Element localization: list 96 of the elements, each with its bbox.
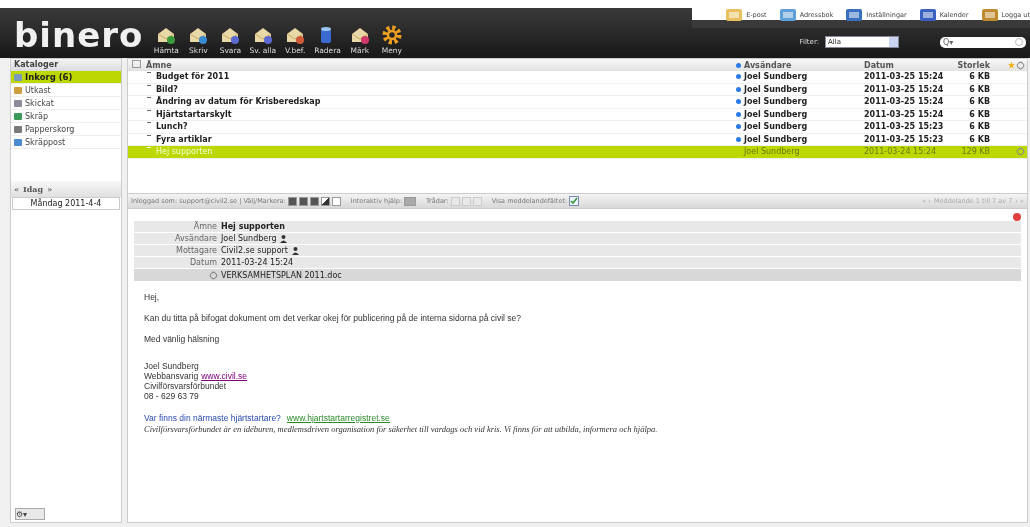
table-cell: Joel Sundberg (744, 72, 808, 82)
unread-dot (736, 86, 741, 92)
nav-icon (778, 7, 797, 23)
table-cell-text: 2011-03-25 15:24 (864, 72, 945, 82)
nav-icon (845, 7, 864, 23)
threads-icon (132, 60, 141, 68)
envelope-icon (188, 25, 209, 45)
help-icon[interactable] (404, 196, 417, 206)
table-cell-text: 6 KB (968, 72, 990, 82)
table-cell-text: 6 KB (968, 109, 990, 119)
search-field[interactable]: Q▾ (940, 36, 1026, 48)
greeting: Hej, (144, 292, 161, 302)
nav-icon (918, 7, 937, 23)
settings-button[interactable]: ⚙▾ (15, 508, 45, 520)
unread-dot (736, 74, 741, 80)
envelope-icon (349, 25, 370, 45)
envelope-icon (156, 25, 177, 45)
promo-link[interactable]: www.hjartstartarregistret.se (286, 413, 390, 423)
signature-line: Civilförsvarsförbundet (144, 381, 227, 391)
table-cell-text: 6 KB (968, 97, 990, 107)
show-pane-checkbox[interactable] (569, 196, 580, 206)
select-unread-icon[interactable] (298, 196, 308, 206)
table-cell: Lunch? (156, 122, 188, 132)
table-cell-text: 2011-03-25 15:24 (864, 84, 945, 94)
message-row[interactable]: Budget för 2011 Joel Sundberg 2011-03-25 15:24 6 KB (128, 71, 1027, 84)
table-cell: Fyra artiklar (156, 134, 212, 144)
folder-item[interactable]: Inkorg (6) (11, 71, 121, 84)
select-all-icon[interactable] (287, 196, 297, 206)
column-header[interactable]: Storlek (952, 60, 990, 70)
table-cell-text: 2011-03-25 15:23 (864, 134, 945, 144)
table-cell: Budget för 2011 (156, 72, 230, 82)
envelope-icon (220, 25, 241, 45)
table-cell: Joel Sundberg (744, 122, 808, 132)
footer-text: Civilförsvarsförbundet är en idéburen, medlemsdriven organisation för säkerhet till vardags och vid kris. Vi finns för att utbilda, informera och hjälpa. (144, 424, 659, 434)
promo-text: Var finns din närmaste hjärtstartare? (144, 413, 281, 423)
table-cell: Hjärtstartarskylt (156, 109, 232, 119)
unread-dot (736, 111, 741, 117)
nav-icon (980, 7, 999, 23)
message-text: Kan du titta på bifogat dokument om det verkar okej för publicering på de interna sidorna på civil se? (144, 313, 523, 323)
table-cell-text: 6 KB (968, 84, 990, 94)
envelope-icon (252, 25, 273, 45)
folder-item[interactable]: Utkast (11, 84, 121, 97)
closing: Med vänlig hälsning (144, 334, 221, 344)
table-cell: Ändring av datum för Krisberedskap (156, 97, 321, 107)
header-value: Hej supporten (221, 222, 285, 231)
envelope-icon (285, 25, 306, 45)
header-label: Mottagare (175, 246, 217, 255)
folder-item[interactable]: Skräp (11, 110, 121, 123)
folder-item[interactable]: Papperskorg (11, 123, 121, 136)
header-label: Ämne (192, 222, 217, 231)
table-cell-text: 2011-03-25 15:24 (864, 97, 945, 107)
prev-day-link[interactable]: « (14, 184, 19, 194)
next-day-link[interactable]: » (47, 184, 53, 194)
table-cell-text: 2011-03-25 15:23 (864, 122, 945, 132)
message-row[interactable]: Bild? Joel Sundberg 2011-03-25 15:24 6 KB (128, 83, 1027, 96)
invert-icon[interactable] (320, 196, 330, 206)
sidebar-title: Kataloger (11, 59, 121, 71)
column-header[interactable]: Datum (864, 60, 952, 70)
table-cell: Joel Sundberg (744, 109, 808, 119)
header-value: Joel Sundberg (221, 234, 277, 243)
table-cell: Bild? (156, 84, 178, 94)
header-label: Avsändare (174, 234, 217, 243)
column-header[interactable]: Avsändare (744, 60, 792, 70)
unread-dot (736, 99, 741, 105)
signature-line: Webbansvarig (144, 371, 199, 381)
folder-item[interactable]: Skräppost (11, 136, 121, 149)
table-cell: Joel Sundberg (744, 84, 808, 94)
message-row[interactable]: Hjärtstartarskylt Joel Sundberg 2011-03-25 15:24 6 KB (128, 108, 1027, 121)
message-row[interactable]: Ändring av datum för Krisberedskap Joel Sundberg 2011-03-25 15:24 6 KB (128, 96, 1027, 109)
gear-icon (381, 25, 402, 45)
table-cell: Joel Sundberg (744, 97, 808, 107)
table-cell-text: 6 KB (968, 134, 990, 144)
column-header[interactable]: Ämne (146, 60, 736, 70)
select-flagged-icon[interactable] (309, 196, 319, 206)
unread-dot (736, 124, 741, 130)
signature-line: Joel Sundberg (144, 361, 199, 371)
header-label: Datum (188, 258, 217, 267)
nav-icon (725, 7, 744, 23)
table-cell: Hej supporten (156, 147, 213, 157)
unread-dot (736, 136, 741, 142)
attachment-link[interactable]: VERKSAMHETSPLAN 2011.doc (221, 270, 342, 280)
table-cell-text: 129 KB (960, 147, 990, 157)
table-cell-text: 2011-03-24 15:24 (864, 147, 938, 157)
folder-item[interactable]: Skickat (11, 97, 121, 110)
table-cell-text: 6 KB (968, 122, 990, 132)
signature-line: 08 - 629 63 79 (144, 391, 199, 401)
header-value: 2011-03-24 15:24 (221, 258, 294, 267)
table-cell-text: 2011-03-25 15:24 (864, 109, 945, 119)
table-cell: Joel Sundberg (744, 147, 800, 157)
table-cell: Joel Sundberg (744, 134, 808, 144)
logo: binero (14, 17, 144, 55)
website-link[interactable]: www.civil.se (201, 371, 247, 381)
message-row[interactable]: Lunch? Joel Sundberg 2011-03-25 15:23 6 KB (128, 121, 1027, 134)
date-label: Måndag 2011-4-4 (12, 197, 120, 210)
header-value: Civil2.se support (221, 246, 288, 255)
day-title: Idag (23, 184, 44, 194)
